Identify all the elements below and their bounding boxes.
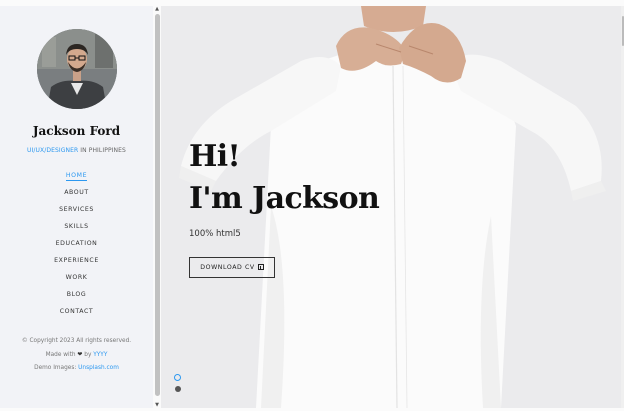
download-cv-label: DOWNLOAD CV [200, 264, 255, 271]
nav-item-blog[interactable]: BLOG [0, 290, 153, 307]
nav-item-experience[interactable]: EXPERIENCE [0, 256, 153, 273]
hero-title-line-2: I'm Jackson [189, 181, 380, 216]
nav-item-education[interactable]: EDUCATION [0, 239, 153, 256]
hero-subtitle: 100% html5 [189, 229, 241, 239]
role-link[interactable]: UI/UX/DESIGNER [27, 147, 78, 154]
nav-item-label: EXPERIENCE [54, 257, 99, 264]
sidebar-scrollbar[interactable]: ▲ ▼ [153, 6, 161, 408]
author-link[interactable]: YYYY [93, 352, 107, 358]
slider-dot-active[interactable] [174, 374, 181, 381]
nav-item-label: SERVICES [59, 206, 94, 213]
nav-item-label: WORK [65, 274, 88, 281]
made-with-line: Made with ❤ by YYYY [0, 350, 153, 364]
download-icon [257, 264, 264, 270]
hero-title: Hi! I'm Jackson [189, 136, 380, 220]
nav-item-services[interactable]: SERVICES [0, 205, 153, 222]
hero-slide: Hi! I'm Jackson 100% html5 DOWNLOAD CV [161, 6, 621, 408]
main-nav: HOME ABOUT SERVICES SKILLS EDUCATION EXP… [0, 171, 153, 324]
nav-item-label: BLOG [66, 291, 87, 298]
nav-item-label: SKILLS [64, 223, 89, 230]
scroll-up-arrow-icon[interactable]: ▲ [155, 6, 160, 12]
scrollbar-thumb[interactable] [154, 14, 160, 396]
slider-dot[interactable] [175, 386, 181, 392]
nav-item-home[interactable]: HOME [0, 171, 153, 188]
download-cv-button[interactable]: DOWNLOAD CV [189, 257, 275, 278]
nav-item-about[interactable]: ABOUT [0, 188, 153, 205]
sidebar: Jackson Ford UI/UX/DESIGNER IN PHILIPPIN… [0, 6, 153, 408]
nav-item-skills[interactable]: SKILLS [0, 222, 153, 239]
nav-item-label: CONTACT [59, 308, 94, 315]
nav-item-work[interactable]: WORK [0, 273, 153, 290]
by-text: by [82, 351, 94, 358]
profile-role: UI/UX/DESIGNER IN PHILIPPINES [0, 147, 153, 154]
sidebar-footer: © Copyright 2023 All rights reserved. Ma… [0, 336, 153, 377]
unsplash-link[interactable]: Unsplash.com [78, 365, 119, 371]
nav-item-label: HOME [65, 172, 88, 181]
copyright-text: © Copyright 2023 All rights reserved. [21, 338, 132, 344]
made-with-text: Made with [45, 351, 76, 358]
profile-name: Jackson Ford [32, 124, 121, 138]
nav-item-label: ABOUT [64, 189, 89, 196]
nav-item-contact[interactable]: CONTACT [0, 307, 153, 324]
page-scrollbar-thumb[interactable] [621, 16, 624, 46]
hero-title-line-1: Hi! [189, 139, 241, 174]
role-location: IN PHILIPPINES [78, 147, 126, 154]
nav-item-label: EDUCATION [55, 240, 98, 247]
demo-images-line: Demo Images: Unsplash.com [0, 363, 153, 377]
demo-images-text: Demo Images: [34, 365, 79, 371]
avatar [37, 29, 117, 109]
